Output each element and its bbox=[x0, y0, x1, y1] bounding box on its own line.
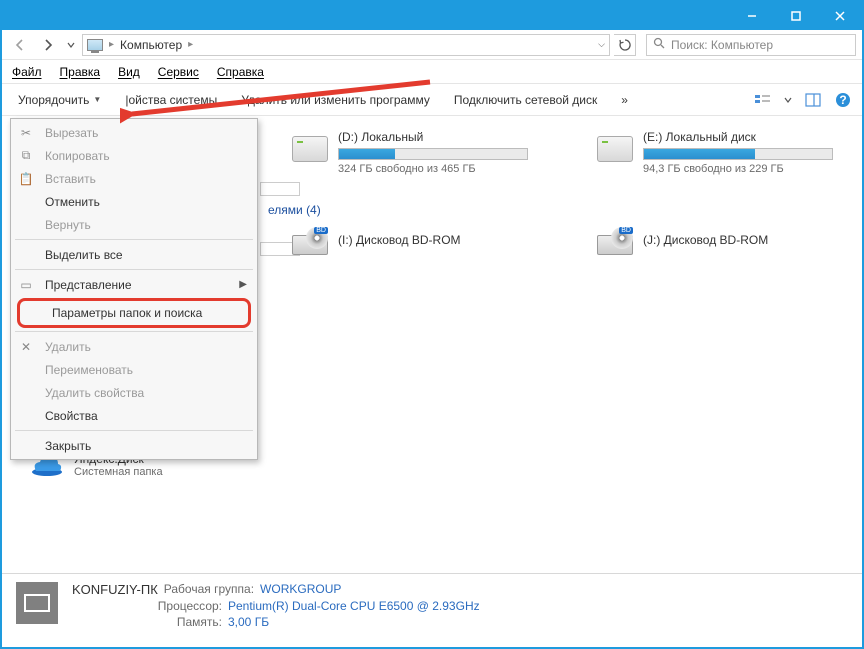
chevron-down-icon: ▼ bbox=[93, 95, 101, 104]
cpu-value: Pentium(R) Dual-Core CPU E6500 @ 2.93GHz bbox=[228, 599, 480, 613]
drive-name: (D:) Локальный bbox=[338, 130, 537, 144]
menu-close[interactable]: Закрыть bbox=[13, 434, 255, 457]
workgroup-value: WORKGROUP bbox=[260, 582, 341, 597]
menu-layout[interactable]: ▭Представление▶ bbox=[13, 273, 255, 296]
menu-remove-props[interactable]: Удалить свойства bbox=[13, 381, 255, 404]
svg-text:?: ? bbox=[839, 93, 846, 107]
hdd-icon bbox=[597, 136, 633, 162]
delete-icon: ✕ bbox=[17, 340, 35, 354]
drive-e[interactable]: (E:) Локальный диск 94,3 ГБ свободно из … bbox=[597, 130, 842, 175]
bdrom-icon: BD bbox=[597, 227, 633, 255]
breadcrumb-computer[interactable]: Компьютер bbox=[120, 38, 182, 52]
menu-undo[interactable]: Отменить bbox=[13, 190, 255, 213]
mem-value: 3,00 ГБ bbox=[228, 615, 269, 629]
view-mode-button[interactable] bbox=[752, 89, 774, 111]
uninstall-program-button[interactable]: Удалить или изменить программу bbox=[233, 89, 438, 111]
menu-delete[interactable]: ✕Удалить bbox=[13, 335, 255, 358]
back-button[interactable] bbox=[8, 33, 32, 57]
drive-free-text: 324 ГБ свободно из 465 ГБ bbox=[338, 163, 537, 175]
layout-icon: ▭ bbox=[17, 278, 35, 292]
cpu-label: Процессор: bbox=[72, 599, 222, 613]
toolbar: Упорядочить ▼ |ойства системы Удалить ил… bbox=[2, 84, 862, 116]
menu-edit[interactable]: Правка bbox=[60, 65, 101, 79]
submenu-arrow-icon: ▶ bbox=[239, 279, 247, 290]
usage-bar bbox=[643, 148, 833, 160]
copy-icon: ⧉ bbox=[17, 148, 35, 163]
removable-media-header[interactable]: елями (4) bbox=[268, 199, 842, 225]
menu-view[interactable]: Вид bbox=[118, 65, 140, 79]
menu-rename[interactable]: Переименовать bbox=[13, 358, 255, 381]
maximize-button[interactable] bbox=[774, 2, 818, 30]
menu-paste[interactable]: 📋Вставить bbox=[13, 167, 255, 190]
breadcrumb-sep-icon: ▸ bbox=[109, 39, 114, 50]
recent-dd-button[interactable] bbox=[64, 33, 78, 57]
refresh-button[interactable] bbox=[614, 34, 636, 56]
menu-select-all[interactable]: Выделить все bbox=[13, 243, 255, 266]
hdd-icon bbox=[292, 136, 328, 162]
drive-free-text: 94,3 ГБ свободно из 229 ГБ bbox=[643, 163, 842, 175]
usage-bar bbox=[338, 148, 528, 160]
menu-copy[interactable]: ⧉Копировать bbox=[13, 144, 255, 167]
view-mode-dd-button[interactable] bbox=[782, 89, 794, 111]
paste-icon: 📋 bbox=[17, 172, 35, 186]
annotation-highlight: Параметры папок и поиска bbox=[17, 298, 251, 328]
map-network-drive-button[interactable]: Подключить сетевой диск bbox=[446, 89, 605, 111]
drives-row: (D:) Локальный 324 ГБ свободно из 465 ГБ… bbox=[292, 130, 842, 175]
search-box[interactable]: Поиск: Компьютер bbox=[646, 34, 856, 56]
computer-large-icon bbox=[16, 582, 58, 624]
menu-file[interactable]: Файл bbox=[12, 65, 42, 79]
details-pane: KONFUZIY-ПК Рабочая группа: WORKGROUP Пр… bbox=[2, 573, 862, 647]
drive-name: (I:) Дисковод BD-ROM bbox=[338, 233, 537, 247]
yandex-disk-subtitle: Системная папка bbox=[74, 466, 163, 478]
menu-redo[interactable]: Вернуть bbox=[13, 213, 255, 236]
explorer-window: ▸ Компьютер ▸ ⌵ Поиск: Компьютер Файл Пр… bbox=[0, 0, 864, 649]
address-bar[interactable]: ▸ Компьютер ▸ ⌵ bbox=[82, 34, 610, 56]
drive-i-bdrom[interactable]: BD (I:) Дисковод BD-ROM bbox=[292, 225, 537, 255]
minimize-button[interactable] bbox=[730, 2, 774, 30]
breadcrumb-sep-icon: ▸ bbox=[188, 39, 193, 50]
titlebar bbox=[2, 2, 862, 30]
menu-properties[interactable]: Свойства bbox=[13, 404, 255, 427]
menu-folder-options[interactable]: Параметры папок и поиска bbox=[20, 301, 248, 325]
computer-name: KONFUZIY-ПК bbox=[72, 582, 158, 597]
menu-help[interactable]: Справка bbox=[217, 65, 264, 79]
address-dropdown-icon[interactable]: ⌵ bbox=[598, 39, 605, 50]
organize-button[interactable]: Упорядочить ▼ bbox=[10, 89, 109, 111]
preview-pane-button[interactable] bbox=[802, 89, 824, 111]
search-icon bbox=[653, 37, 665, 52]
bdrom-icon: BD bbox=[292, 227, 328, 255]
media-row: BD (I:) Дисковод BD-ROM BD (J:) Дисковод… bbox=[292, 225, 842, 255]
toolbar-overflow-button[interactable]: » bbox=[613, 89, 636, 111]
navbar: ▸ Компьютер ▸ ⌵ Поиск: Компьютер bbox=[2, 30, 862, 60]
scissors-icon: ✂ bbox=[17, 126, 35, 140]
search-placeholder: Поиск: Компьютер bbox=[671, 38, 773, 52]
organize-dropdown: ✂Вырезать ⧉Копировать 📋Вставить Отменить… bbox=[10, 118, 258, 460]
system-properties-button[interactable]: |ойства системы bbox=[117, 89, 225, 111]
drive-d[interactable]: (D:) Локальный 324 ГБ свободно из 465 ГБ bbox=[292, 130, 537, 175]
mem-label: Память: bbox=[72, 615, 222, 629]
workgroup-label: Рабочая группа: bbox=[164, 582, 254, 597]
drive-j-bdrom[interactable]: BD (J:) Дисковод BD-ROM bbox=[597, 225, 842, 255]
help-button[interactable]: ? bbox=[832, 89, 854, 111]
menubar: Файл Правка Вид Сервис Справка bbox=[2, 60, 862, 84]
close-button[interactable] bbox=[818, 2, 862, 30]
drive-name: (E:) Локальный диск bbox=[643, 130, 842, 144]
computer-icon bbox=[87, 39, 103, 51]
drive-name: (J:) Дисковод BD-ROM bbox=[643, 233, 842, 247]
organize-label: Упорядочить bbox=[18, 93, 89, 107]
forward-button[interactable] bbox=[36, 33, 60, 57]
menu-service[interactable]: Сервис bbox=[158, 65, 199, 79]
menu-cut[interactable]: ✂Вырезать bbox=[13, 121, 255, 144]
